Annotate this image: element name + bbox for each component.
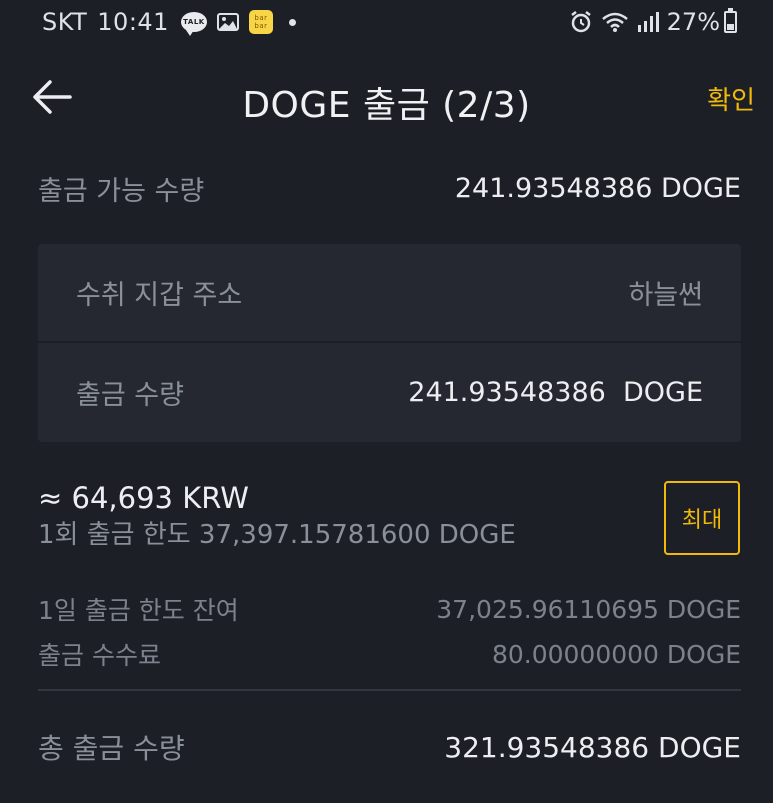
header-bar: DOGE 출금 (2/3) 확인: [0, 60, 773, 136]
wifi-icon: [601, 11, 629, 33]
withdraw-summary-panel: 수취 지갑 주소 하늘썬 출금 수량 241.93548386 DOGE: [38, 244, 741, 442]
withdraw-amount-value: 241.93548386 DOGE: [408, 377, 703, 408]
available-amount-row: 출금 가능 수량 241.93548386 DOGE: [38, 166, 741, 210]
daily-limit-remaining-row: 1일 출금 한도 잔여 37,025.96110695 DOGE: [38, 591, 741, 627]
signal-icon: [637, 11, 659, 33]
image-icon: [216, 13, 239, 31]
per-withdraw-limit: 1회 출금 한도 37,397.15781600 DOGE: [38, 520, 516, 550]
recipient-address-row: 수취 지갑 주소 하늘썬: [38, 244, 741, 343]
available-amount-label: 출금 가능 수량: [38, 175, 205, 207]
withdraw-fee-row: 출금 수수료 80.00000000 DOGE: [38, 636, 741, 672]
notification-dot-icon: [288, 18, 296, 26]
battery-icon: [724, 8, 737, 33]
withdraw-fee-value: 80.00000000 DOGE: [491, 639, 741, 669]
clock-time: 10:41: [97, 8, 169, 36]
available-amount-value: 241.93548386 DOGE: [454, 172, 741, 204]
daily-limit-remaining-label: 1일 출금 한도 잔여: [38, 596, 239, 625]
recipient-address-value: 하늘썬: [628, 280, 703, 311]
max-button[interactable]: 최대: [664, 481, 740, 555]
status-bar-left: SKT 10:41 TALK bar bar: [42, 8, 296, 36]
carrier-name: SKT: [42, 8, 88, 36]
bar-app-icon: bar bar: [248, 10, 273, 34]
status-bar-right: 27%: [569, 8, 737, 36]
battery-percent: 27%: [666, 8, 720, 36]
recipient-address-label: 수취 지갑 주소: [76, 280, 243, 311]
total-withdraw-row: 총 출금 수량 321.93548386 DOGE: [38, 725, 741, 769]
total-withdraw-value: 321.93548386 DOGE: [444, 730, 741, 764]
kakaotalk-icon: TALK: [180, 12, 207, 36]
withdraw-amount-label: 출금 수량: [76, 380, 184, 411]
withdraw-amount-row: 출금 수량 241.93548386 DOGE: [38, 343, 741, 442]
alarm-icon: [569, 10, 593, 34]
divider: [38, 689, 741, 691]
total-withdraw-label: 총 출금 수량: [38, 732, 185, 765]
withdraw-fee-label: 출금 수수료: [38, 641, 161, 670]
estimate-block: ≈ 64,693 KRW 1회 출금 한도 37,397.15781600 DO…: [38, 478, 516, 552]
page-title: DOGE 출금 (2/3): [242, 85, 531, 126]
daily-limit-remaining-value: 37,025.96110695 DOGE: [436, 594, 741, 624]
status-bar: SKT 10:41 TALK bar bar 27%: [0, 0, 773, 50]
krw-estimate: ≈ 64,693 KRW: [38, 481, 249, 515]
confirm-button[interactable]: 확인: [707, 80, 755, 117]
